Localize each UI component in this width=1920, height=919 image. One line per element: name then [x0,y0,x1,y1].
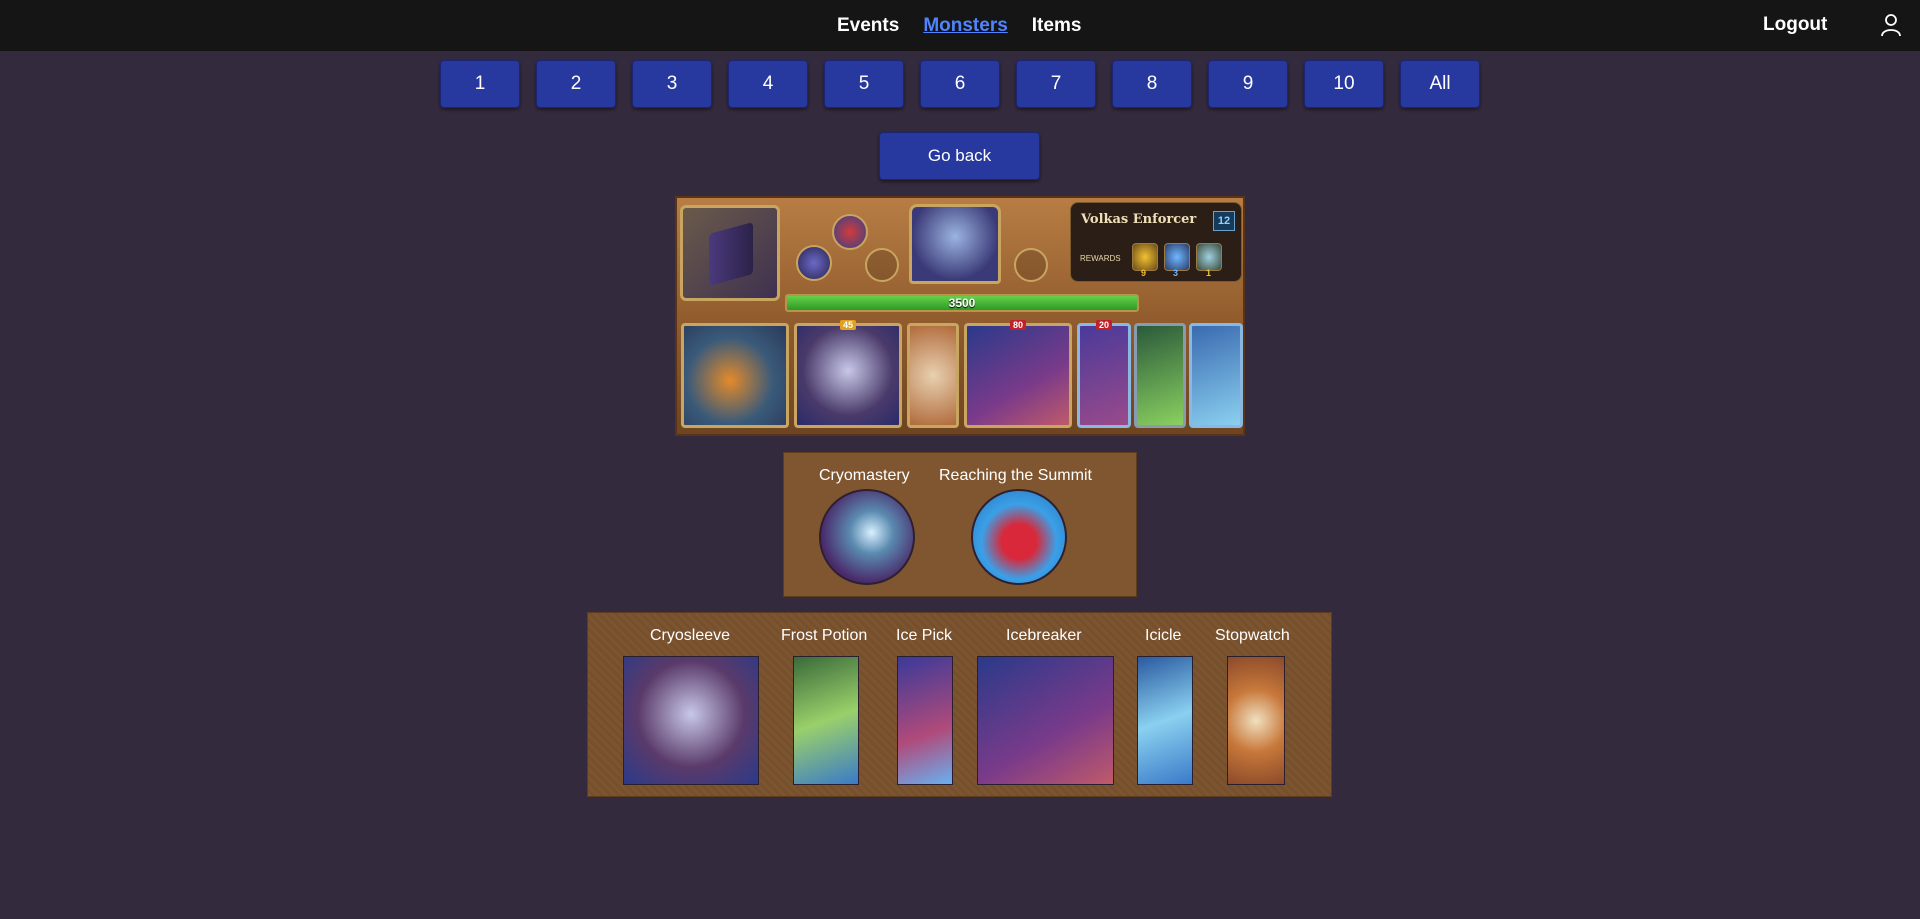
card-badge-ice-pick: 20 [1095,320,1113,330]
rewards-label: REWARDS [1080,254,1121,263]
reward-count-gold: 9 [1141,268,1147,278]
card-badge-icebreaker: 80 [1009,320,1027,330]
cryosleeve-armor-icon[interactable] [623,656,759,785]
board-card-icicle-icon [1189,323,1243,428]
item-name-icicle: Icicle [1145,627,1182,644]
item-card-icon [1196,243,1222,271]
logout-button[interactable]: Logout [1763,14,1827,36]
empty-skill-slot-icon [1014,248,1048,282]
skill-slot-cryomastery-icon [796,245,832,281]
item-name-ice-pick: Ice Pick [896,627,953,644]
item-name-cryosleeve: Cryosleeve [650,627,731,644]
nav-events-link[interactable]: Events [837,15,899,37]
gold-coins-icon [1132,243,1158,271]
board-card-frost-potion-icon [1134,323,1186,428]
ice-pick-icon[interactable] [897,656,953,785]
cryomastery-icon[interactable] [819,489,915,585]
skill-slot-reaching-icon [832,214,868,250]
stopwatch-icon[interactable] [1227,656,1285,785]
user-icon[interactable] [1880,13,1902,37]
health-bar: 3500 [785,294,1139,312]
page-button-6[interactable]: 6 [920,60,1000,108]
page-button-4[interactable]: 4 [728,60,808,108]
monster-level-badge: 12 [1213,211,1235,231]
page-button-5[interactable]: 5 [824,60,904,108]
nav-monsters-link[interactable]: Monsters [923,15,1007,37]
skill-name-cryomastery: Cryomastery [819,467,910,484]
page-button-8[interactable]: 8 [1112,60,1192,108]
item-name-frost-potion: Frost Potion [781,627,868,644]
board-card-icebreaker-icon: 80 [964,320,1072,428]
skill-name-reaching-the-summit: Reaching the Summit [939,467,1092,484]
nav-items-link[interactable]: Items [1032,15,1082,37]
items-panel: Cryosleeve Frost Potion Ice Pick Icebrea… [587,612,1332,797]
top-nav-bar: Events Monsters Items Logout [0,0,1920,51]
monster-portrait [909,204,1001,284]
health-value: 3500 [948,296,976,310]
page-button-9[interactable]: 9 [1208,60,1288,108]
item-name-icebreaker: Icebreaker [1006,627,1082,644]
page-button-3[interactable]: 3 [632,60,712,108]
card-badge-cryosleeve: 45 [839,320,857,330]
skills-panel: Cryomastery Reaching the Summit [783,452,1137,597]
page-button-all[interactable]: All [1400,60,1480,108]
flexed-arm-snowflake-icon[interactable] [971,489,1067,585]
go-back-button[interactable]: Go back [879,132,1040,180]
icebreaker-scythe-icon[interactable] [977,656,1114,785]
reward-count-experience: 3 [1173,268,1179,278]
page-button-10[interactable]: 10 [1304,60,1384,108]
experience-gem-icon [1164,243,1190,271]
frost-potion-icon[interactable] [793,656,859,785]
board-card-cryo-device-icon [681,323,789,428]
icicle-icon[interactable] [1137,656,1193,785]
board-card-cryosleeve-icon: 45 [794,320,902,428]
page-button-2[interactable]: 2 [536,60,616,108]
page-button-7[interactable]: 7 [1016,60,1096,108]
page-button-1[interactable]: 1 [440,60,520,108]
main-nav: Events Monsters Items [837,0,1105,51]
monster-board: Volkas Enforcer 12 REWARDS 9 3 1 3500 45… [675,196,1245,436]
reward-count-items: 1 [1206,268,1212,278]
monster-name: Volkas Enforcer [1081,212,1197,227]
board-card-stopwatch-icon [907,323,959,428]
monster-info-box: Volkas Enforcer 12 REWARDS 9 3 1 [1070,202,1242,282]
pagination: 1 2 3 4 5 6 7 8 9 10 All [440,60,1496,108]
chest-icon [680,205,780,301]
board-card-ice-pick-icon: 20 [1077,320,1131,428]
empty-skill-slot-icon [865,248,899,282]
item-name-stopwatch: Stopwatch [1215,627,1290,644]
